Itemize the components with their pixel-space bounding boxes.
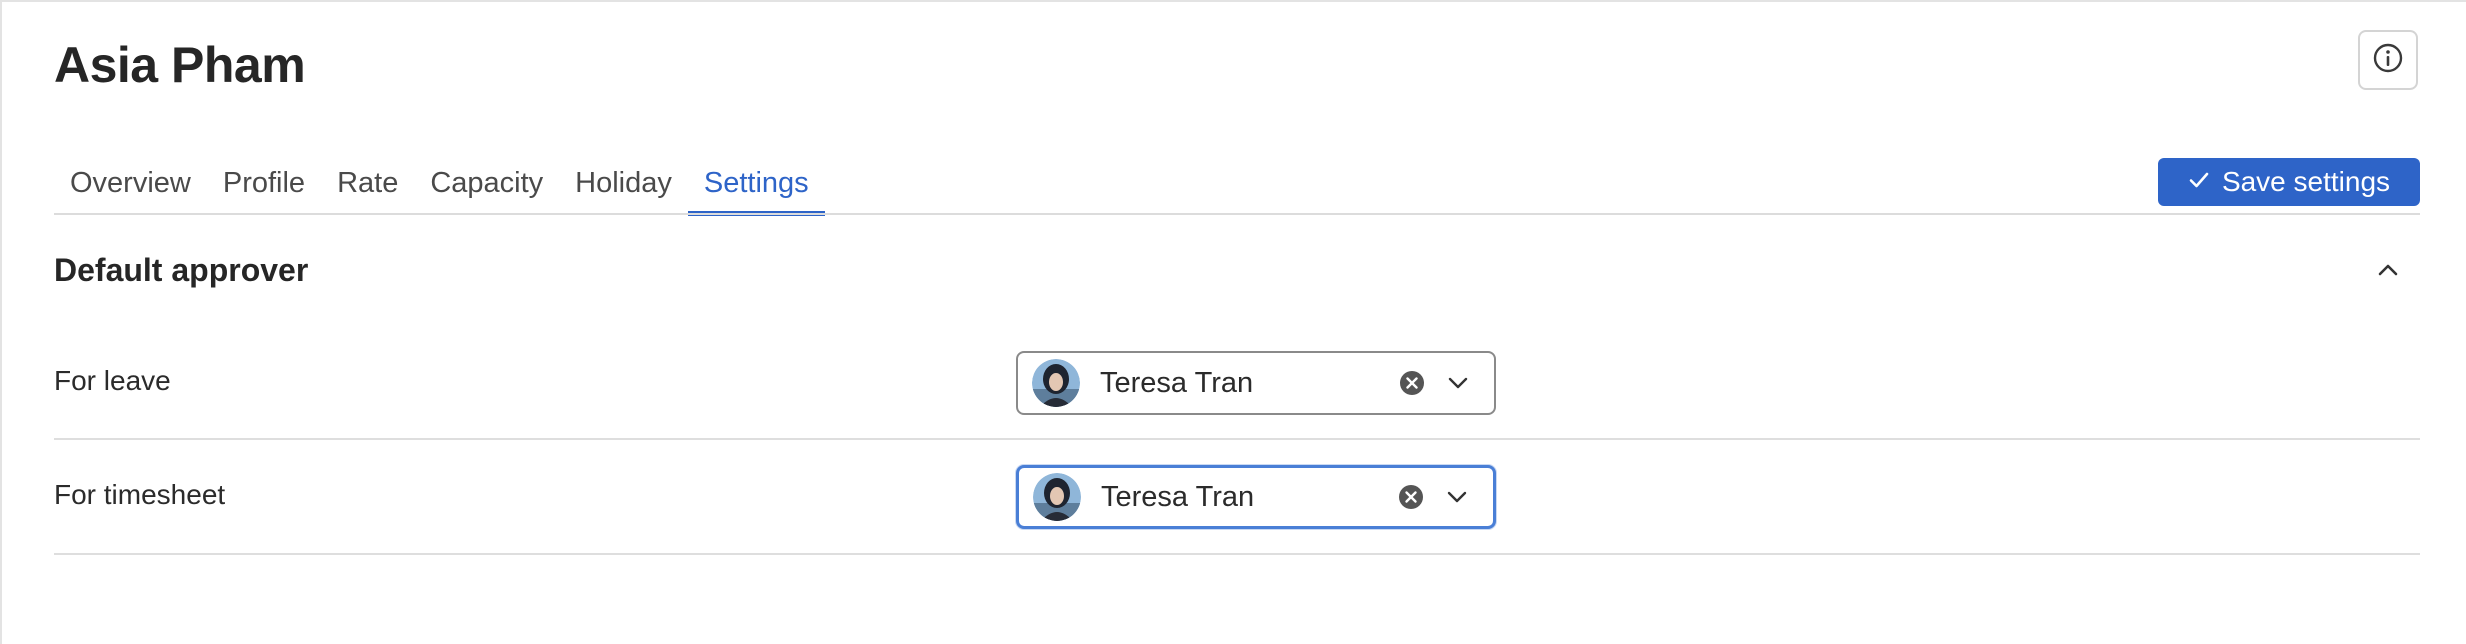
tab-divider — [54, 213, 2420, 215]
chevron-up-icon — [2375, 257, 2401, 288]
info-button[interactable] — [2358, 30, 2418, 90]
chevron-down-icon[interactable] — [1444, 369, 1472, 397]
tab-bar: Overview Profile Rate Capacity Holiday S… — [54, 152, 825, 216]
page-title: Asia Pham — [54, 37, 306, 93]
tab-rate[interactable]: Rate — [321, 152, 414, 214]
clear-icon[interactable] — [1397, 483, 1425, 511]
save-settings-label: Save settings — [2221, 166, 2391, 197]
page: Asia Pham Overview Profile Rate Capacity… — [0, 0, 2466, 644]
info-circle-icon — [2372, 42, 2404, 79]
timesheet-approver-value: Teresa Tran — [1101, 480, 1255, 513]
clear-icon[interactable] — [1398, 369, 1426, 397]
tab-capacity[interactable]: Capacity — [414, 152, 559, 214]
check-icon — [2188, 166, 2210, 198]
section-collapse-button[interactable] — [2368, 252, 2408, 292]
chevron-down-icon[interactable] — [1443, 483, 1471, 511]
save-settings-button[interactable]: Save settings — [2158, 158, 2420, 206]
tab-settings[interactable]: Settings — [687, 152, 825, 216]
section-title: Default approver — [54, 252, 309, 288]
row-divider — [54, 438, 2420, 440]
avatar — [1032, 359, 1080, 407]
leave-approver-select[interactable]: Teresa Tran — [1016, 351, 1496, 415]
for-timesheet-label: For timesheet — [54, 479, 226, 510]
tab-profile[interactable]: Profile — [207, 152, 321, 214]
leave-approver-value: Teresa Tran — [1100, 366, 1254, 399]
for-leave-label: For leave — [54, 365, 171, 396]
row-divider — [54, 553, 2420, 555]
timesheet-approver-select[interactable]: Teresa Tran — [1016, 465, 1496, 529]
tab-holiday[interactable]: Holiday — [559, 152, 688, 214]
avatar — [1033, 473, 1081, 521]
tab-overview[interactable]: Overview — [54, 152, 207, 214]
